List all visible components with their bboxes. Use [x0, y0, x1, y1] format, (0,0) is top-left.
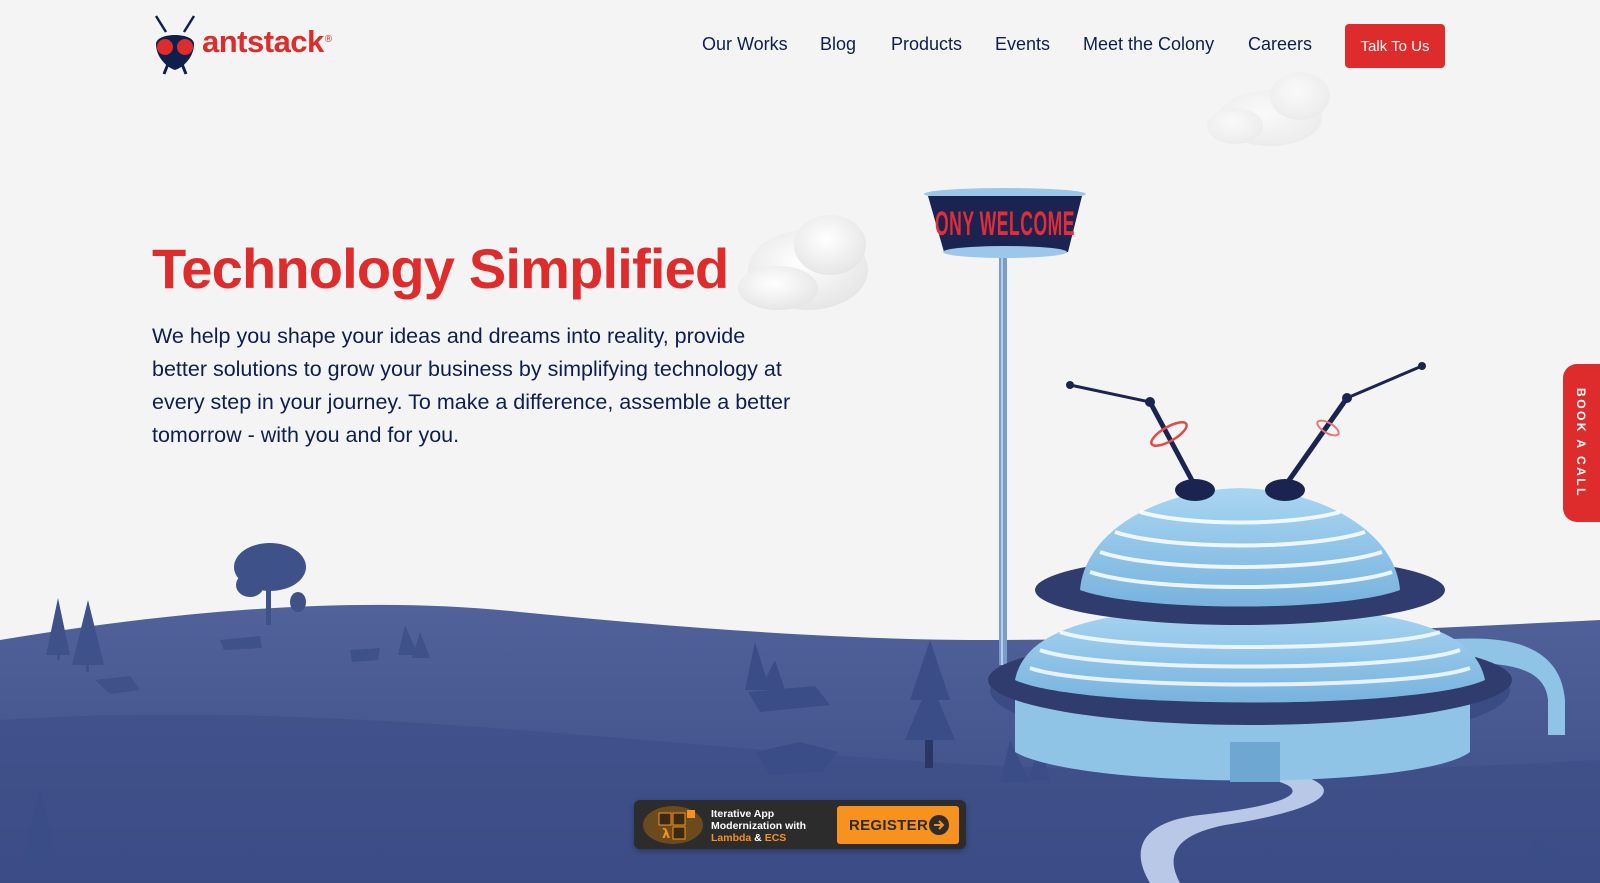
book-a-call-label: BOOK A CALL: [1574, 388, 1588, 498]
registered-mark: ®: [324, 33, 333, 45]
promo-lambda: Lambda: [711, 832, 752, 844]
brand-name: antstack: [202, 24, 324, 59]
site-header: antstack ® Our Works Blog Products Event…: [0, 0, 1600, 92]
hero-description: We help you shape your ideas and dreams …: [152, 324, 791, 447]
talk-to-us-button[interactable]: Talk To Us: [1345, 24, 1445, 68]
nav-products[interactable]: Products: [891, 34, 962, 55]
nav-our-works[interactable]: Our Works: [702, 34, 788, 55]
hero-title: Technology Simplified: [152, 237, 729, 300]
register-label: REGISTER: [849, 817, 929, 834]
promo-joiner: &: [751, 832, 765, 844]
promo-ecs: ECS: [764, 832, 787, 844]
nav-blog[interactable]: Blog: [820, 34, 856, 55]
nav-careers[interactable]: Careers: [1248, 34, 1312, 55]
promo-line-1: Iterative App: [711, 808, 775, 820]
book-a-call-tab[interactable]: BOOK A CALL: [1563, 364, 1600, 522]
nav-meet-the-colony[interactable]: Meet the Colony: [1083, 34, 1214, 55]
register-button[interactable]: REGISTER: [837, 806, 959, 844]
promo-line-2: Modernization with: [711, 820, 807, 832]
ant-head-icon: [152, 14, 198, 76]
svg-text:λ: λ: [662, 827, 670, 842]
sign-text: ONY WELCOME: [935, 205, 1075, 243]
nav-events[interactable]: Events: [995, 34, 1050, 55]
welcome-sign: ONY WELCOME: [924, 188, 1086, 258]
lambda-ecs-icon: λ: [643, 804, 703, 845]
arrow-right-icon: [929, 815, 949, 835]
promo-line-3: Lambda & ECS: [711, 832, 786, 844]
antstack-logo[interactable]: antstack ®: [152, 14, 362, 76]
promo-banner[interactable]: λ Iterative App Modernization with Lambd…: [634, 800, 966, 849]
